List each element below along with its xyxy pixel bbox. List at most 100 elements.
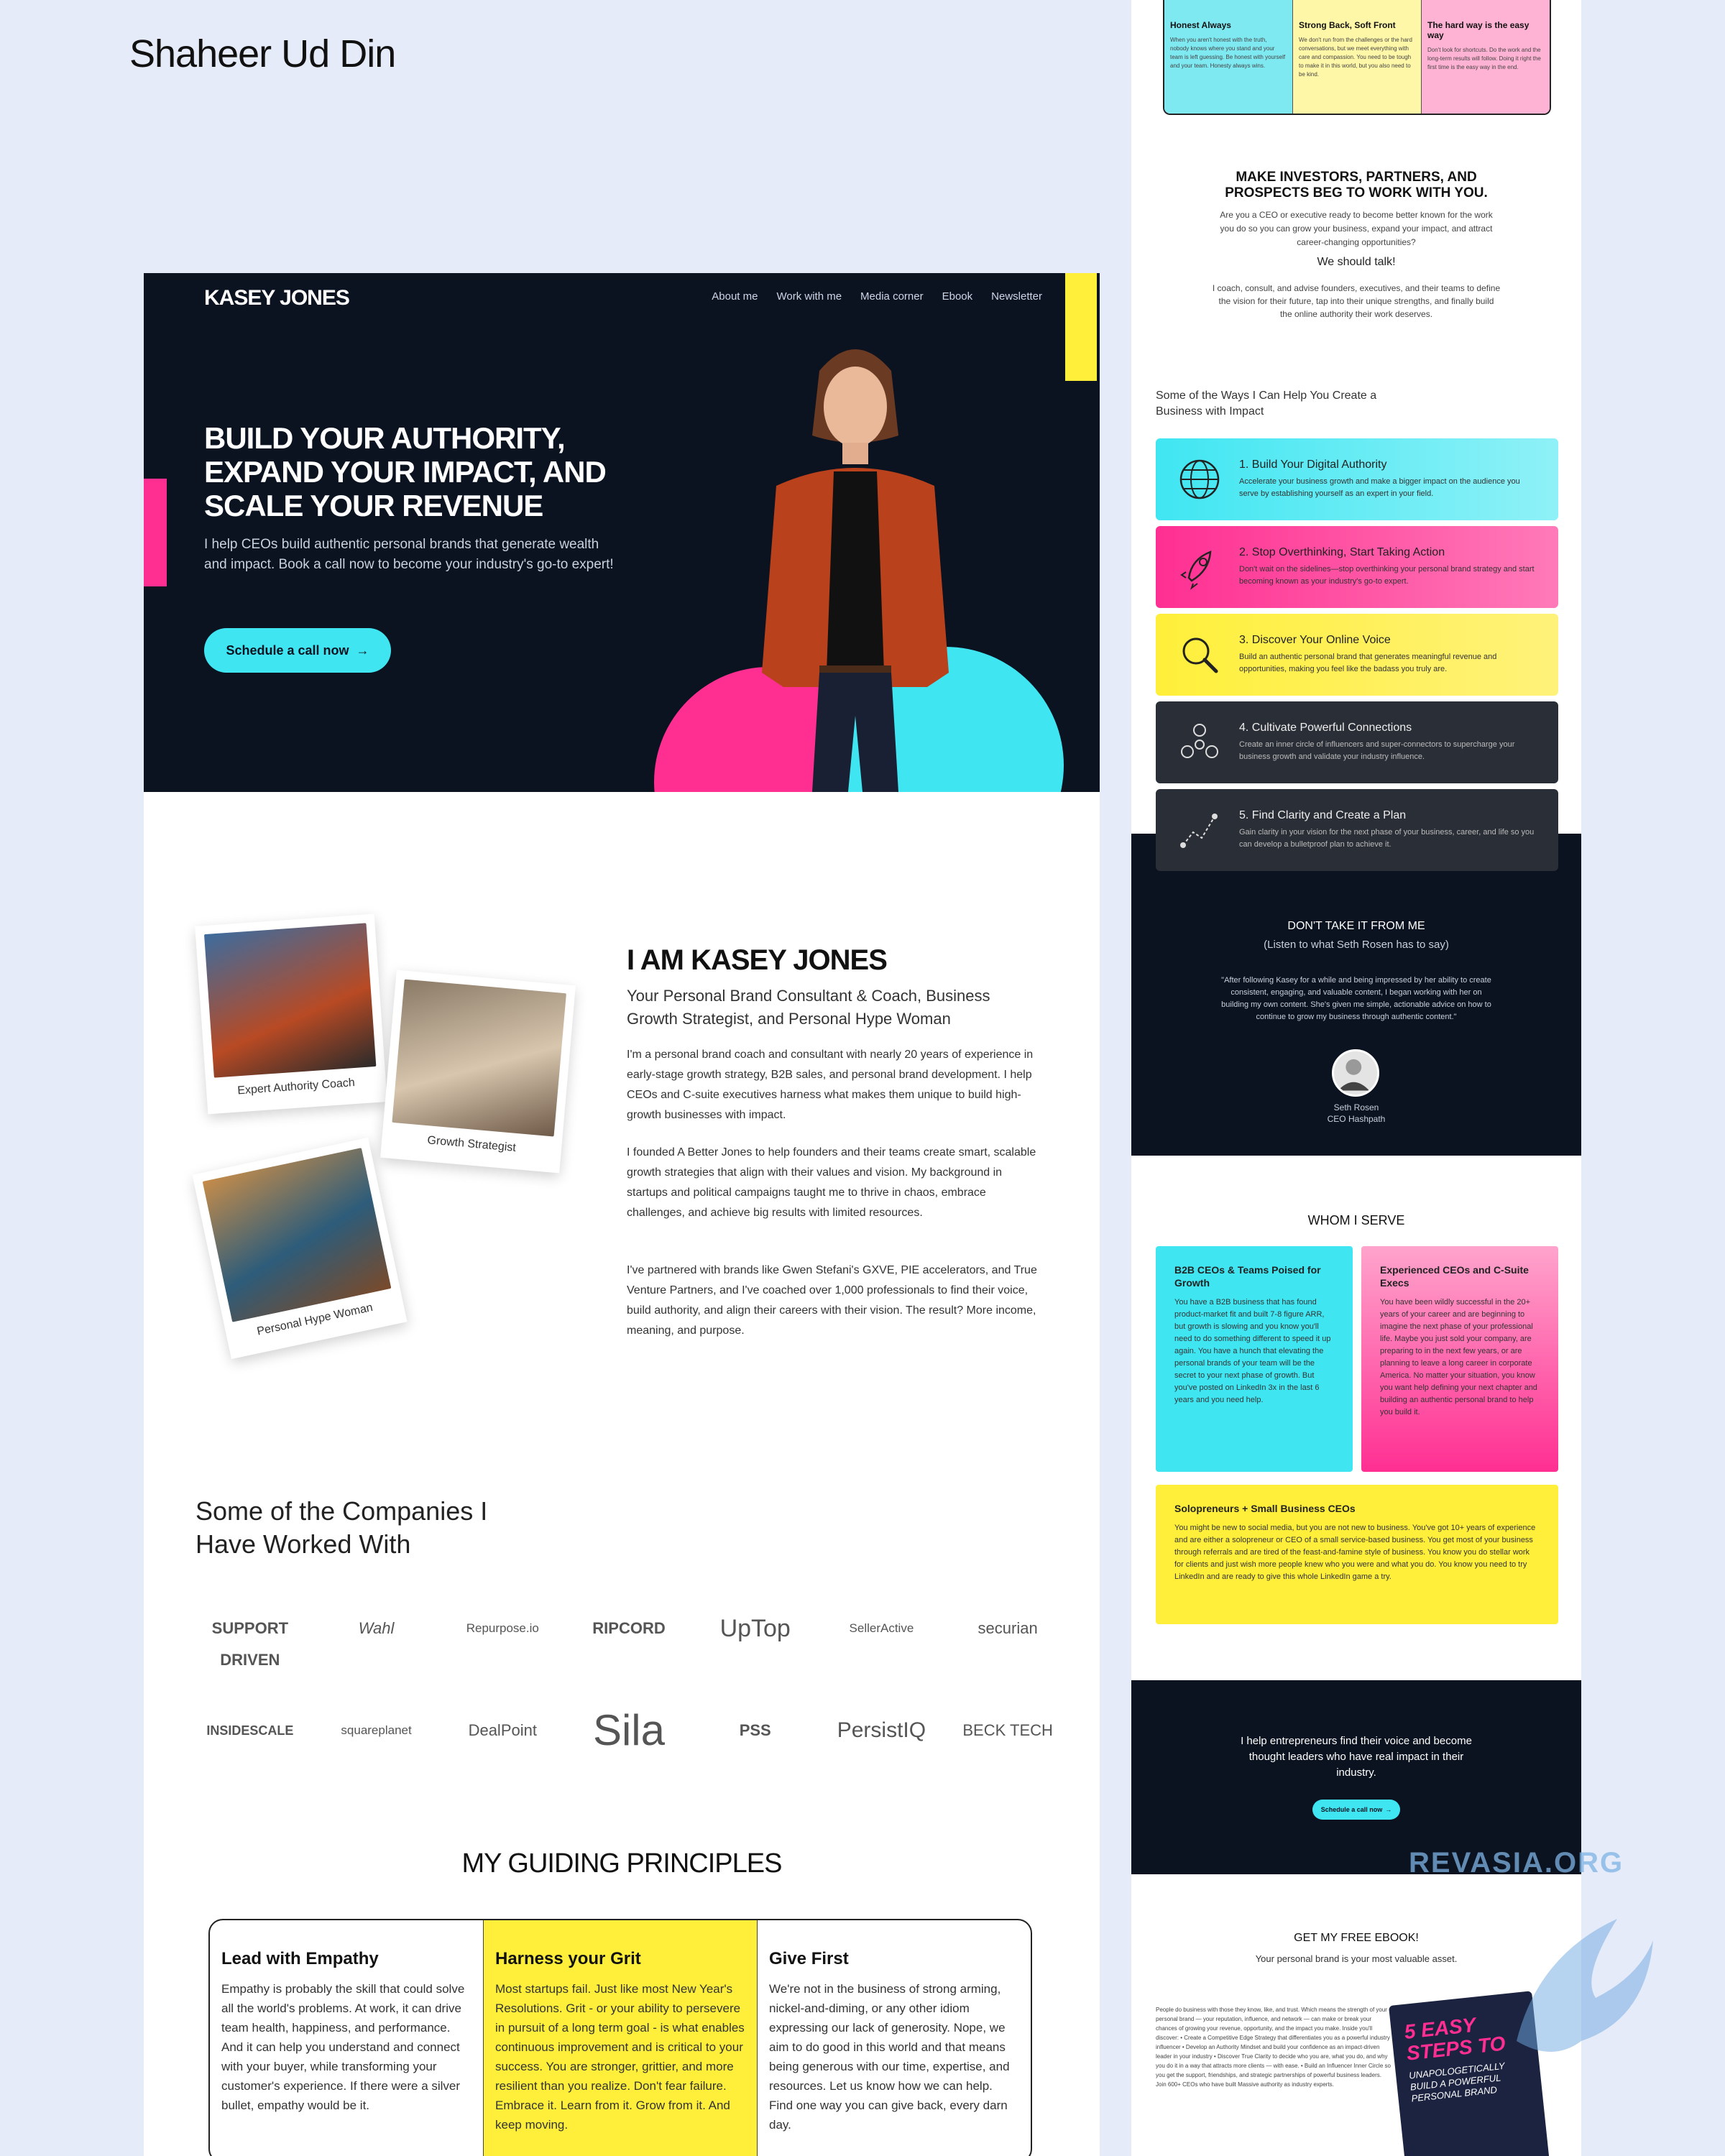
logo-securian: securian [978,1619,1038,1637]
logo-ripcord: RIPCORD [592,1619,666,1637]
card-title: 4. Cultivate Powerful Connections [1239,722,1412,734]
about-paragraph-3: I've partnered with brands like Gwen Ste… [627,1264,1037,1337]
card-title: 5. Find Clarity and Create a Plan [1239,809,1407,821]
value-text: When you aren't honest with the truth, n… [1170,37,1286,69]
serve-title: B2B CEOs & Teams Poised for Growth [1174,1264,1321,1289]
principle-give-first: Give First We're not in the business of … [758,1920,1031,2156]
testimonial-role: CEO Hashpath [1327,1114,1386,1124]
principle-text: We're not in the business of strong armi… [769,1982,1010,2132]
photo-growth [392,979,566,1137]
cta-text: I help entrepreneurs find their voice an… [1241,1735,1472,1779]
caption-growth: Growth Strategist [426,1134,517,1154]
value-title: Strong Back, Soft Front [1299,20,1396,30]
companies-title: Some of the Companies I Have Worked With [196,1496,488,1559]
value-honest: Honest Always When you aren't honest wit… [1164,0,1293,114]
values-table: Honest Always When you aren't honest wit… [1163,0,1551,115]
principle-text: Empathy is probably the skill that could… [221,1982,465,2112]
path-icon [1180,814,1218,848]
testimonial-title: DON'T TAKE IT FROM ME [1287,920,1425,932]
main-nav: About me Work with me Media corner Ebook… [712,290,1042,303]
logo-insidescale: INSIDESCALE [206,1723,294,1738]
polaroid-hype: Personal Hype Woman [192,1137,408,1360]
polaroid-expert: Expert Authority Coach [195,913,387,1115]
service-card-action[interactable]: 2. Stop Overthinking, Start Taking Actio… [1156,526,1558,608]
value-strong-back: Strong Back, Soft Front We don't run fro… [1293,0,1422,114]
logo-becktech: BECK TECH [962,1721,1053,1739]
principle-grit: Harness your Grit Most startups fail. Ju… [484,1920,758,2156]
logo-sila: Sila [592,1706,666,1754]
logo-dealpoint: DealPoint [468,1721,537,1739]
principle-empathy: Lead with Empathy Empathy is probably th… [210,1920,484,2156]
testimonial-name: Seth Rosen [1333,1102,1379,1112]
serve-csuite: Experienced CEOs and C-Suite Execs You h… [1361,1246,1558,1472]
yellow-accent-bar [1065,273,1097,381]
value-text: Don't look for shortcuts. Do the work an… [1427,47,1541,70]
logo-pss: PSS [739,1721,771,1739]
ways-title: Some of the Ways I Can Help You Create a… [1156,390,1377,418]
principle-text: Most startups fail. Just like most New Y… [495,1982,745,2132]
card-title: 3. Discover Your Online Voice [1239,634,1391,646]
serve-b2b: B2B CEOs & Teams Poised for Growth You h… [1156,1246,1353,1472]
rocket-icon [1180,550,1212,590]
logo-support-driven: SUPPORT DRIVEN [211,1619,289,1669]
watermark: REVASIA.ORG [1409,1847,1624,1879]
schedule-call-button[interactable]: Schedule a call now → [204,628,391,673]
invest-subtitle: Are you a CEO or executive ready to beco… [1220,210,1493,247]
talk-line: We should talk! [1317,256,1396,268]
nav-ebook[interactable]: Ebook [942,290,973,303]
value-hard-way: The hard way is the easy way Don't look … [1422,0,1550,114]
nav-about[interactable]: About me [712,290,758,303]
service-card-connections[interactable]: 4. Cultivate Powerful Connections Create … [1156,701,1558,783]
whom-title: WHOM I SERVE [1307,1213,1405,1227]
nav-media[interactable]: Media corner [860,290,924,303]
site-logo[interactable]: KASEY JONES [204,286,350,310]
serve-title: Experienced CEOs and C-Suite Execs [1380,1264,1529,1289]
photo-expert [203,923,377,1078]
landing-page-continuation: Honest Always When you aren't honest wit… [1131,0,1581,2156]
testimonial-quote: "After following Kasey for a while and b… [1221,976,1491,1021]
logo-uptop: UpTop [719,1615,791,1642]
serve-text: You have been wildly successful in the 2… [1380,1298,1537,1416]
serve-title: Solopreneurs + Small Business CEOs [1174,1503,1356,1514]
about-paragraph-2: I founded A Better Jones to help founder… [627,1146,1036,1219]
principle-title: Lead with Empathy [221,1949,379,1968]
about-heading: I AM KASEY JONES [627,944,888,976]
nav-work[interactable]: Work with me [776,290,842,303]
logo-selleractive: SellerActive [849,1621,914,1635]
serve-text: You have a B2B business that has found p… [1174,1298,1331,1404]
serve-solopreneurs: Solopreneurs + Small Business CEOs You m… [1156,1485,1558,1624]
arrow-right-icon: → [1385,1806,1392,1813]
hero-subtitle: I help CEOs build authentic personal bra… [204,537,614,572]
serve-text: You might be new to social media, but yo… [1174,1524,1536,1581]
principle-title: Give First [769,1949,849,1968]
invest-title: MAKE INVESTORS, PARTNERS, AND PROSPECTS … [1225,170,1488,201]
landing-page-preview: KASEY JONES About me Work with me Media … [144,273,1100,2156]
watermark-bird-icon [1517,1919,1653,2052]
logo-persistiq: PersistIQ [837,1718,926,1742]
caption-expert: Expert Authority Coach [236,1077,356,1097]
cta-label: Schedule a call now [226,642,349,658]
card-text: Gain clarity in your vision for the next… [1239,828,1535,849]
service-card-authority[interactable]: 1. Build Your Digital Authority Accelerat… [1156,438,1558,520]
principle-title: Harness your Grit [495,1949,641,1968]
logo-wahl: Wahl [358,1619,395,1637]
nav-newsletter[interactable]: Newsletter [991,290,1042,303]
service-card-clarity[interactable]: 5. Find Clarity and Create a Plan Gain cl… [1156,789,1558,871]
hero-portrait [762,349,949,792]
designer-name: Shaheer Ud Din [129,32,396,75]
polaroid-growth: Growth Strategist [380,969,576,1174]
company-logos: SUPPORT DRIVEN Wahl Repurpose.io RIPCORD… [187,1613,1071,1754]
card-text: Accelerate your business growth and make… [1239,477,1520,498]
service-card-voice[interactable]: 3. Discover Your Online Voice Build an au… [1156,614,1558,696]
testimonial-subtitle: (Listen to what Seth Rosen has to say) [1264,939,1449,951]
card-text: Don't wait on the sidelines—stop overthi… [1239,565,1535,586]
hero-section: KASEY JONES About me Work with me Media … [144,273,1100,792]
cta-label: Schedule a call now [1320,1806,1383,1813]
card-text: Create an inner circle of influencers an… [1239,740,1515,761]
avatar [1332,1049,1379,1097]
cta-schedule-button[interactable]: Schedule a call now → [1312,1800,1400,1820]
card-title: 2. Stop Overthinking, Start Taking Actio… [1239,546,1445,558]
about-subheading: Your Personal Brand Consultant & Coach, … [627,987,990,1028]
globe-icon [1179,459,1220,499]
value-text: We don't run from the challenges or the … [1299,37,1412,78]
